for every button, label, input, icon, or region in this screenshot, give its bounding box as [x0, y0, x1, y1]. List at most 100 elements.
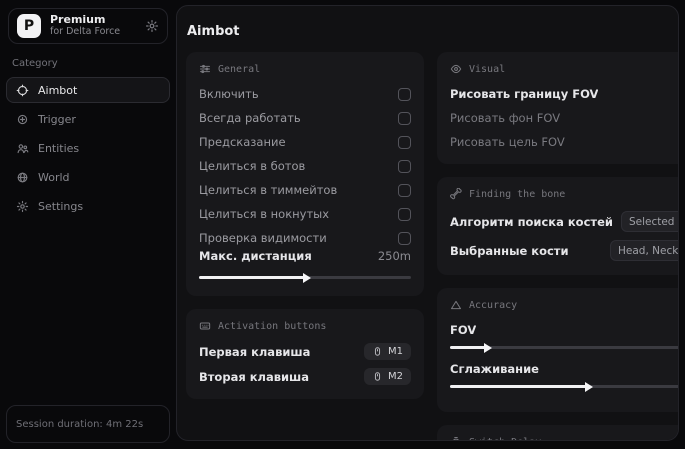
- triangle-icon: [450, 299, 462, 311]
- sidebar-item-settings[interactable]: Settings: [6, 193, 170, 219]
- main-panel: Aimbot General Включить Всегда работать Пр…: [176, 5, 679, 441]
- logo-letter: P: [24, 18, 34, 34]
- sidebar-nav: Aimbot Trigger Entities World Settings: [6, 77, 170, 219]
- card-title: Activation buttons: [218, 321, 326, 332]
- eye-icon: [450, 63, 462, 75]
- max-distance-value: 250m: [378, 249, 411, 263]
- keyboard-icon: [199, 320, 211, 332]
- timer-icon: [450, 436, 462, 441]
- fov-group: FOV60°: [450, 322, 679, 352]
- sidebar-item-world[interactable]: World: [6, 164, 170, 190]
- keybind-button[interactable]: M1: [364, 343, 411, 360]
- card-title: General: [218, 64, 260, 75]
- max-distance-slider[interactable]: [199, 272, 411, 282]
- toggle-row: Целиться в ботов: [199, 158, 411, 174]
- sidebar-spacer: [6, 219, 170, 405]
- bone-label: Алгоритм поиска костей: [450, 215, 613, 229]
- toggle-checkbox[interactable]: [398, 184, 411, 197]
- card-visual: Visual Рисовать границу FOVРисовать фон …: [437, 52, 679, 164]
- bone-row: Алгоритм поиска костей Selected bone: [450, 211, 679, 232]
- keybind-button[interactable]: M2: [364, 368, 411, 385]
- toggle-row: Целиться в нокнутых: [199, 206, 411, 222]
- keybind-label: Вторая клавиша: [199, 370, 309, 384]
- visual-row-list: Рисовать границу FOVРисовать фон FOVРисо…: [450, 86, 679, 150]
- app-subtitle: for Delta Force: [50, 27, 136, 38]
- slider-thumb[interactable]: [484, 343, 492, 353]
- toggle-checkbox[interactable]: [398, 112, 411, 125]
- app-logo: P: [17, 14, 41, 38]
- card-activation: Activation buttons Первая клавиша M1 Втора…: [186, 309, 424, 399]
- card-title: Finding the bone: [469, 189, 565, 200]
- keybind-label: Первая клавиша: [199, 345, 310, 359]
- sidebar-item-trigger[interactable]: Trigger: [6, 106, 170, 132]
- card-title: Switch Delay: [469, 437, 541, 442]
- slider-fill: [199, 276, 305, 279]
- mouse-icon: [372, 371, 383, 382]
- smoothing-slider[interactable]: [450, 381, 679, 391]
- gear-icon[interactable]: [145, 19, 159, 33]
- smoothing-label: Сглаживание: [450, 362, 539, 376]
- brand-text: Premium for Delta Force: [50, 14, 136, 38]
- slider-label-row: FOV60°: [450, 322, 679, 338]
- session-duration: Session duration: 4m 22s: [6, 405, 170, 443]
- max-distance-slider-group: Макс. дистанция250m: [199, 248, 411, 282]
- bone-select[interactable]: Head, Neck, Body, Pe..: [610, 240, 679, 261]
- bone-icon: [450, 188, 462, 200]
- card-title: Visual: [469, 64, 505, 75]
- visual-label: Рисовать границу FOV: [450, 87, 598, 101]
- card-accuracy-header: Accuracy: [450, 299, 679, 311]
- sidebar-item-aimbot[interactable]: Aimbot: [6, 77, 170, 103]
- trigger-icon: [16, 113, 29, 126]
- select-value: Head, Neck, Body, Pe..: [618, 245, 679, 257]
- toggle-label: Включить: [199, 87, 259, 101]
- toggle-label: Целиться в ботов: [199, 159, 305, 173]
- card-title: Accuracy: [469, 300, 517, 311]
- slider-label-row: Макс. дистанция250m: [199, 248, 411, 264]
- sliders-icon: [199, 63, 211, 75]
- fov-slider[interactable]: [450, 342, 679, 352]
- mouse-icon: [372, 346, 383, 357]
- toggle-row: Включить: [199, 86, 411, 102]
- card-finding-bone: Finding the bone Алгоритм поиска костей S…: [437, 177, 679, 275]
- app-root: P Premium for Delta Force Category Aimbo…: [0, 0, 685, 449]
- card-visual-header: Visual: [450, 63, 679, 75]
- slider-fill: [450, 346, 486, 349]
- sidebar-item-label: Settings: [38, 200, 83, 213]
- slider-thumb[interactable]: [303, 273, 311, 283]
- toggle-checkbox[interactable]: [398, 160, 411, 173]
- keybind-value: M1: [388, 346, 403, 357]
- sidebar-item-label: Trigger: [38, 113, 76, 126]
- sidebar-item-label: Entities: [38, 142, 79, 155]
- session-duration-text: Session duration: 4m 22s: [16, 419, 143, 430]
- toggle-checkbox[interactable]: [398, 232, 411, 245]
- app-title: Premium: [50, 14, 136, 27]
- visual-label: Рисовать цель FOV: [450, 135, 565, 149]
- visual-row: Рисовать границу FOV: [450, 86, 679, 102]
- sidebar-item-entities[interactable]: Entities: [6, 135, 170, 161]
- bone-row: Выбранные кости Head, Neck, Body, Pe..: [450, 240, 679, 261]
- toggle-label: Всегда работать: [199, 111, 301, 125]
- crosshair-icon: [16, 84, 29, 97]
- sidebar-item-label: Aimbot: [38, 84, 77, 97]
- slider-thumb[interactable]: [585, 382, 593, 392]
- cards-grid: General Включить Всегда работать Предсказа…: [186, 52, 672, 441]
- bone-select[interactable]: Selected bone: [621, 211, 679, 232]
- slider-label-row: Сглаживание50%: [450, 361, 679, 377]
- left-column: General Включить Всегда работать Предсказа…: [186, 52, 424, 399]
- card-switch-header: Switch Delay: [450, 436, 679, 441]
- toggle-checkbox[interactable]: [398, 88, 411, 101]
- page-title: Aimbot: [187, 24, 672, 39]
- bone-row-list: Алгоритм поиска костей Selected bone Выбра…: [450, 211, 679, 261]
- toggle-checkbox[interactable]: [398, 208, 411, 221]
- toggle-checkbox[interactable]: [398, 136, 411, 149]
- keybind-value: M2: [388, 371, 403, 382]
- toggle-label: Предсказание: [199, 135, 286, 149]
- toggle-label: Целиться в нокнутых: [199, 207, 329, 221]
- card-general-header: General: [199, 63, 411, 75]
- bone-label: Выбранные кости: [450, 244, 569, 258]
- slider-fill: [450, 385, 587, 388]
- general-toggle-list: Включить Всегда работать Предсказание Целит…: [199, 86, 411, 246]
- toggle-row: Всегда работать: [199, 110, 411, 126]
- sidebar-item-label: World: [38, 171, 70, 184]
- activation-row-list: Первая клавиша M1 Вторая клавиша M2: [199, 343, 411, 385]
